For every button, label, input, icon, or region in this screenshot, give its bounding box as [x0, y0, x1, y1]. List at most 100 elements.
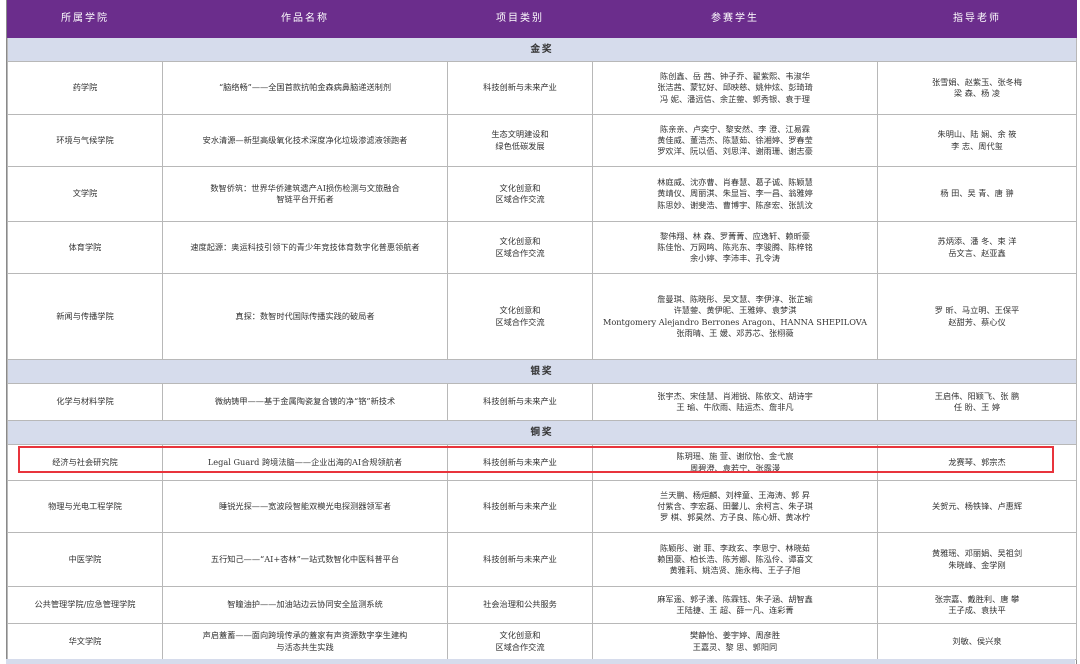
- cell-students-line: Montgomery Alejandro Berrones Aragon、HAN…: [602, 316, 868, 327]
- cell-school: 经济与社会研究院: [7, 444, 163, 481]
- cell-school: 中医学院: [7, 532, 163, 587]
- cell-project: 智瞳油护——加油站边云协同安全监测系统: [162, 586, 448, 624]
- table-row: 药学院 “脑络畅”——全国首款抗帕金森病鼻脑递送制剂 科技创新与未来产业 陈创鑫、岳 …: [7, 61, 1077, 115]
- cell-project-line: Legal Guard 跨境法脑——企业出海的AI合规领航者: [207, 456, 403, 467]
- cell-school: 物理与光电工程学院: [7, 480, 163, 533]
- section-label-silver: 银奖: [7, 359, 1077, 384]
- cell-students: 兰天鹏、杨烜麟、刘梓童、王海涛、郭 昇付紫含、李宏磊、田馨儿、余柯言、朱子琪罗 …: [592, 480, 878, 533]
- cell-students: 詹曼琪、陈晓彤、吴文慧、李伊淳、张芷瑜 许慧蓥、黄伊昵、王雅婷、袁梦淇 Montgo…: [592, 273, 878, 360]
- cell-category-line: 科技创新与未来产业: [483, 553, 557, 564]
- cell-students: 麻军遥、郭子漾、陈霖钰、朱子涵、胡智鑫 王陆捷、王 超、薛一凡、连彩菁: [592, 586, 878, 624]
- cell-category-line: 生态文明建设和: [491, 129, 549, 140]
- cell-students-line: 黄佳威、董浩杰、陈慧茹、徐湘婷、罗春莹: [657, 134, 813, 145]
- cell-students-line: 王嘉灵、黎 思、郭阳同: [692, 641, 778, 652]
- table-row-highlighted: 经济与社会研究院 Legal Guard 跨境法脑——企业出海的AI合规领航者 科技…: [7, 444, 1077, 481]
- cell-project: 数智侨筑：世界华侨建筑遗产AI损伤检测与文旅融合 智链平台开拓者: [162, 166, 448, 222]
- cell-teachers-line: 龙赛琴、郭宗杰: [948, 456, 1006, 467]
- cell-category: 科技创新与未来产业: [447, 480, 593, 533]
- table-row: 华文学院 声启蓋蓄——面向跨境传承的蓋家有声资源数字孪生建构 与活态共生实践 文化创意…: [7, 623, 1077, 660]
- cell-students-line: 樊静怡、姜宇婷、周彦胜: [689, 630, 781, 641]
- table-header-row: 所属学院 作品名称 项目类别 参赛学生 指导老师: [7, 0, 1077, 38]
- cell-school: 药学院: [7, 61, 163, 115]
- cell-category: 文化创意和 区域合作交流: [447, 623, 593, 660]
- cell-teachers: 罗 昕、马立明、王保平 赵甜芳、蔡心仪: [877, 273, 1077, 360]
- cell-project-line: 真探：数智时代国际传播实践的破局者: [235, 310, 375, 321]
- cell-category: 科技创新与未来产业: [447, 444, 593, 481]
- cell-teachers-line: 黄雅瑶、邓丽娟、吴祖剑: [931, 548, 1023, 559]
- cell-project: 五行知己——“AI+杏林”一站式数智化中医科普平台: [162, 532, 448, 587]
- cell-teachers: 杨 田、吴 青、唐 翀: [877, 166, 1077, 222]
- cell-teachers: 张宗嘉、戴胜利、唐 攀王子成、袁扶平: [877, 586, 1077, 624]
- cell-teachers-line: 朱明山、陆 娴、余 筱: [937, 129, 1017, 140]
- cell-category-line: 区域合作交流: [495, 641, 545, 652]
- table-bottom-strip: [6, 659, 1075, 664]
- cell-category-line: 绿色低碳发展: [495, 140, 545, 151]
- section-bronze: 铜奖: [7, 420, 1077, 445]
- cell-students-line: 陈玥瑶、施 萱、谢欣怡、金弋宸: [676, 451, 794, 462]
- table-body: 金奖 药学院 “脑络畅”——全国首款抗帕金森病鼻脑递送制剂 科技创新与未来产业 陈创鑫…: [7, 37, 1077, 660]
- section-silver: 银奖: [7, 359, 1077, 384]
- cell-students-line: 兰天鹏、杨烜麟、刘梓童、王海涛、郭 昇: [660, 489, 810, 500]
- cell-students: 陈颖彤、谢 菲、李政玄、李恩宁、林晓茹 赖国豪、柏长浩、陈芳娜、陈泓伶、谭喜文 黄雅…: [592, 532, 878, 587]
- cell-project: “脑络畅”——全国首款抗帕金森病鼻脑递送制剂: [162, 61, 448, 115]
- cell-project: 速度起源：奥运科技引领下的青少年竞技体育数字化普惠领航者: [162, 221, 448, 274]
- cell-students-line: 许慧蓥、黄伊昵、王雅婷、袁梦淇: [673, 305, 797, 316]
- cell-students-line: 张雨晴、王 媛、邓苏芯、张栩薇: [676, 327, 794, 338]
- cell-category-line: 文化创意和: [499, 630, 541, 641]
- cell-teachers: 王启伟、阳颖飞、张 鹏任 盼、王 婷: [877, 383, 1077, 421]
- header-category: 项目类别: [447, 0, 593, 38]
- cell-category: 科技创新与未来产业: [447, 61, 593, 115]
- cell-teachers-line: 罗 昕、马立明、王保平: [934, 305, 1020, 316]
- table-row: 物理与光电工程学院 睡锐光探——宽波段智能双模光电探测器领军者 科技创新与未来产业 兰…: [7, 480, 1077, 533]
- cell-students: 陈创鑫、岳 茜、钟子乔、翟紫熙、韦淑华 张洁茜、蒙钇好、邱映慈、姚仲炫、彭琦琦冯 …: [592, 61, 878, 115]
- cell-project: 安水清源—新型高级氧化技术深度净化垃圾渗滤液领跑者: [162, 114, 448, 167]
- cell-project: 真探：数智时代国际传播实践的破局者: [162, 273, 448, 360]
- cell-students-line: 罗 棋、郭昊然、方子良、陈心妍、黄冰柠: [660, 512, 810, 523]
- cell-students-line: 黄雅莉、姚浩贤、施永梅、王子子旭: [669, 565, 801, 576]
- cell-project-line: 声启蓋蓄——面向跨境传承的蓋家有声资源数字孪生建构: [202, 630, 408, 641]
- cell-teachers: 关贺元、杨铁锋、卢惠辉: [877, 480, 1077, 533]
- cell-students-line: 黎伟翔、林 森、罗菁菁、应逸轩、赖昕豪: [660, 230, 810, 241]
- cell-students: 陈亲亲、卢奕宁、黎安然、李 澄、江易霖 黄佳威、董浩杰、陈慧茹、徐湘婷、罗春莹 罗欢…: [592, 114, 878, 167]
- cell-project-line: 速度起源：奥运科技引领下的青少年竞技体育数字化普惠领航者: [190, 241, 420, 252]
- cell-project: 微纳铸甲——基于金属陶瓷复合镀的净“铬”新技术: [162, 383, 448, 421]
- cell-category-line: 科技创新与未来产业: [483, 500, 557, 511]
- cell-teachers: 张雪娟、赵紫玉、张冬梅梁 森、杨 凌: [877, 61, 1077, 115]
- cell-students-line: 陈思妙、谢斐浩、曹博宇、陈彦宏、张凯汶: [657, 199, 813, 210]
- cell-teachers: 朱明山、陆 娴、余 筱李 志、周代玺: [877, 114, 1077, 167]
- cell-students-line: 陈佳怡、万网鸣、陈兆东、李骏腾、陈梓铭: [657, 241, 813, 252]
- cell-teachers: 刘敏、侯兴泉: [877, 623, 1077, 660]
- section-gold: 金奖: [7, 37, 1077, 62]
- cell-category-line: 文化创意和: [499, 182, 541, 193]
- header-students: 参赛学生: [592, 0, 878, 38]
- cell-students-line: 罗欢洋、阮以佰、刘思洋、谢雨珊、谢志豪: [657, 146, 813, 157]
- cell-students-line: 余小婷、李沛丰、孔令涛: [689, 253, 781, 264]
- cell-students-line: 周碧澄、袁若宁、张露漫: [689, 462, 781, 473]
- cell-students: 陈玥瑶、施 萱、谢欣怡、金弋宸 周碧澄、袁若宁、张露漫: [592, 444, 878, 481]
- cell-teachers-line: 岳文言、赵亚鑫: [948, 247, 1006, 258]
- cell-teachers-line: 朱晓峰、金学刚: [948, 559, 1006, 570]
- cell-teachers: 黄雅瑶、邓丽娟、吴祖剑 朱晓峰、金学刚: [877, 532, 1077, 587]
- cell-students: 张宇杰、宋佳慧、肖湘锐、陈依文、胡诗宇王 瑜、牛欣雨、陆运杰、詹非凡: [592, 383, 878, 421]
- cell-category: 社会治理和公共服务: [447, 586, 593, 624]
- cell-students-line: 黄靖仪、周丽淇、朱显旨、李一昌、翁雅婷: [657, 188, 813, 199]
- cell-category: 科技创新与未来产业: [447, 383, 593, 421]
- cell-category-line: 社会治理和公共服务: [483, 599, 557, 610]
- cell-teachers-line: 张宗嘉、戴胜利、唐 攀: [934, 593, 1020, 604]
- cell-students-line: 张宇杰、宋佳慧、肖湘锐、陈依文、胡诗宇: [657, 390, 813, 401]
- cell-project-line: “脑络畅”——全国首款抗帕金森病鼻脑递送制剂: [218, 82, 392, 93]
- cell-project-line: 五行知己——“AI+杏林”一站式数智化中医科普平台: [210, 553, 400, 564]
- table-row: 化学与材料学院 微纳铸甲——基于金属陶瓷复合镀的净“铬”新技术 科技创新与未来产业 张…: [7, 383, 1077, 421]
- cell-project-line: 睡锐光探——宽波段智能双模光电探测器领军者: [219, 500, 391, 511]
- awards-table: 所属学院 作品名称 项目类别 参赛学生 指导老师 金奖 药学院 “脑络畅”——全国…: [7, 0, 1077, 660]
- cell-school: 环境与气候学院: [7, 114, 163, 167]
- cell-project-line: 微纳铸甲——基于金属陶瓷复合镀的净“铬”新技术: [214, 396, 396, 407]
- cell-teachers-line: 苏炳添、潘 冬、束 洋: [937, 236, 1017, 247]
- cell-project-line: 智瞳油护——加油站边云协同安全监测系统: [227, 599, 383, 610]
- cell-category: 生态文明建设和 绿色低碳发展: [447, 114, 593, 167]
- cell-category-line: 科技创新与未来产业: [483, 82, 557, 93]
- cell-category-line: 文化创意和: [499, 305, 541, 316]
- table-row: 新闻与传播学院 真探：数智时代国际传播实践的破局者 文化创意和 区域合作交流 詹曼琪、陈…: [7, 273, 1077, 360]
- cell-project-line: 数智侨筑：世界华侨建筑遗产AI损伤检测与文旅融合: [210, 182, 400, 193]
- cell-category: 文化创意和 区域合作交流: [447, 166, 593, 222]
